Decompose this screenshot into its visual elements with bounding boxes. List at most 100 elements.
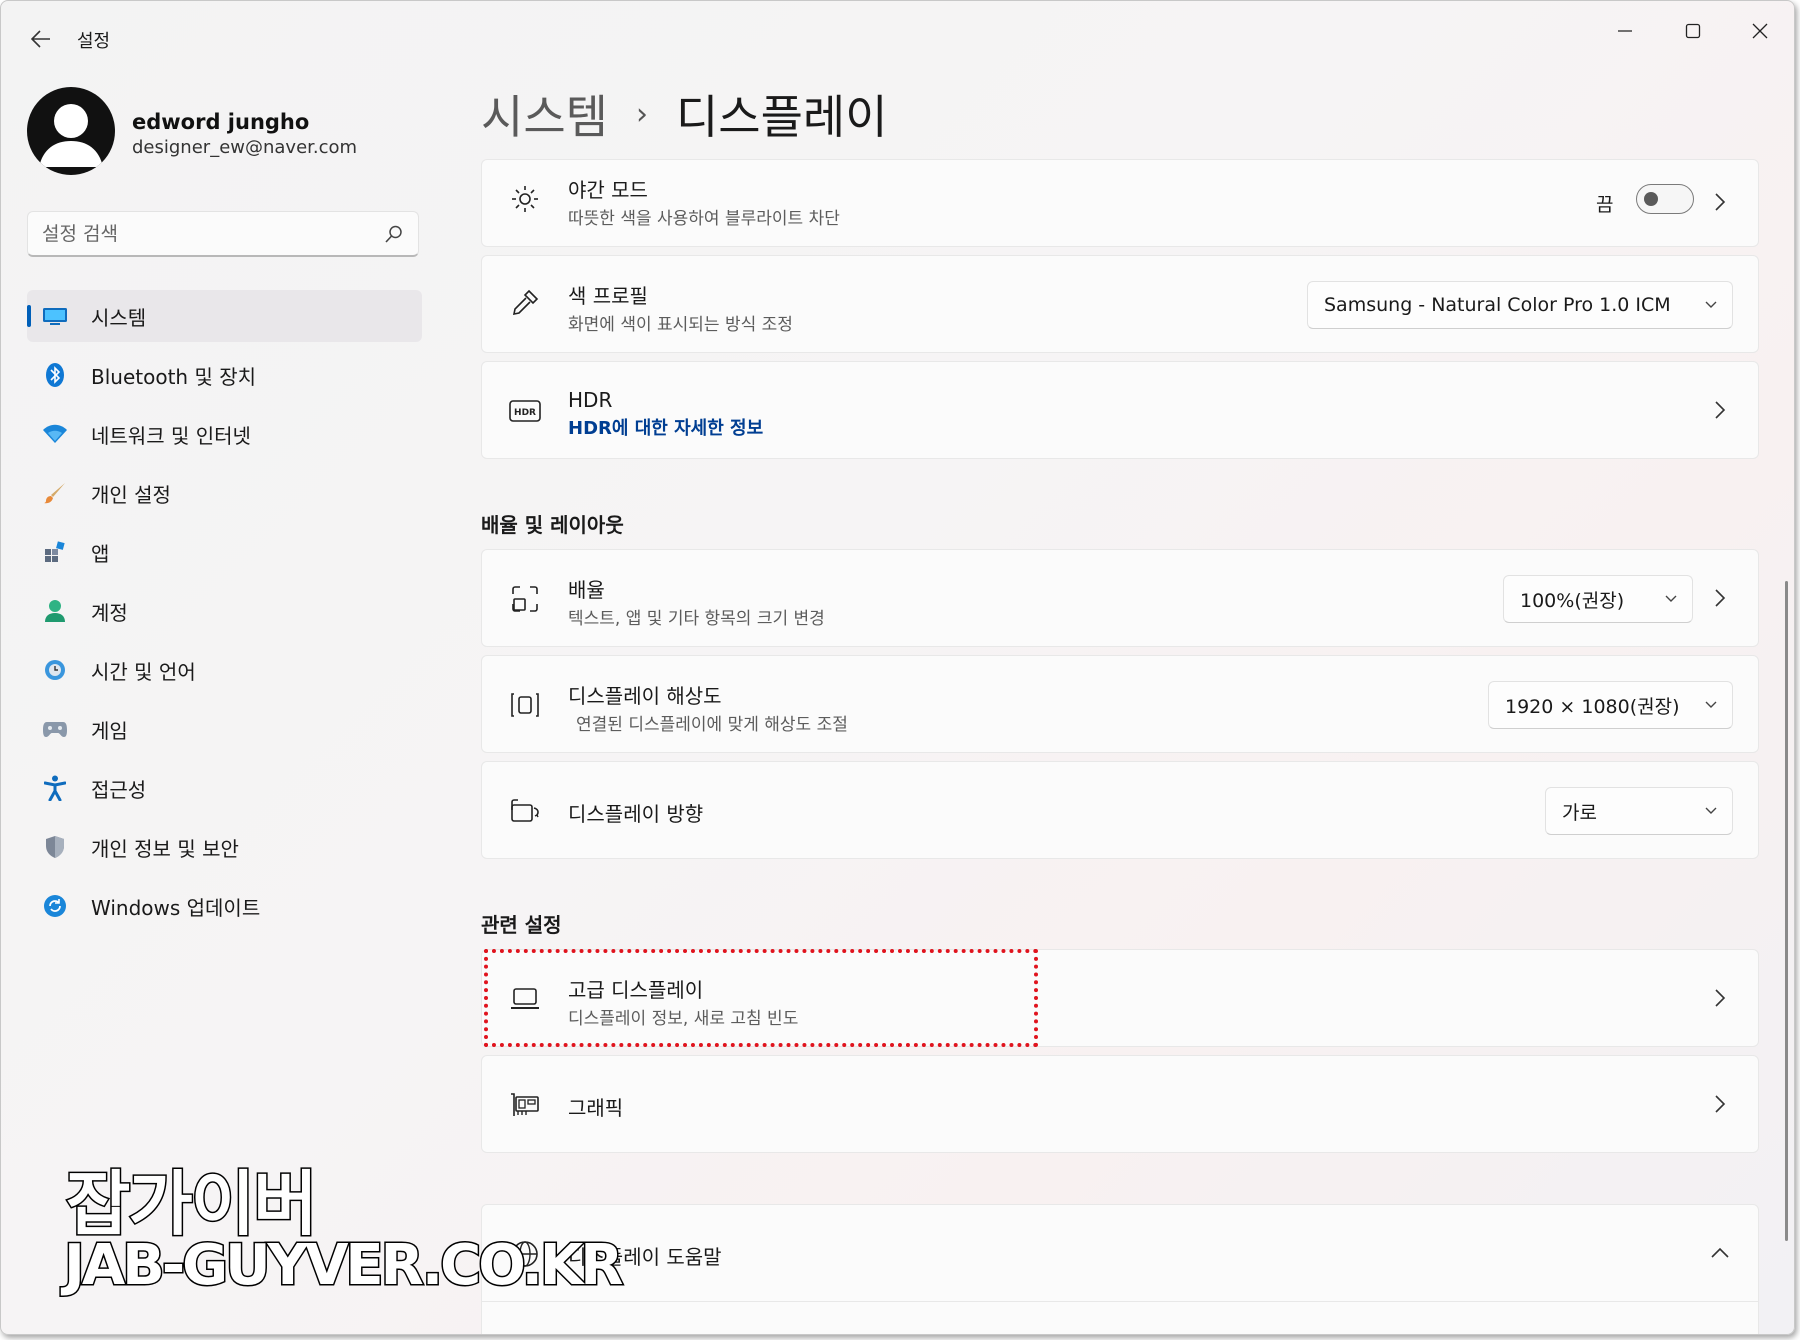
scale-card[interactable]: 배율 텍스트, 앱 및 기타 항목의 크기 변경 100%(권장) (481, 549, 1759, 647)
hdr-card[interactable]: HDR HDR HDR에 대한 자세한 정보 (481, 361, 1759, 459)
chevron-down-icon (1705, 807, 1717, 814)
profile-email: designer_ew@naver.com (132, 137, 358, 158)
sidebar-item-label: 개인 설정 (91, 482, 171, 507)
dropdown-value: Samsung - Natural Color Pro 1.0 ICM (1324, 294, 1671, 316)
sidebar-item-label: 게임 (91, 718, 128, 743)
scale-title: 배율 (568, 578, 605, 602)
scale-subtitle: 텍스트, 앱 및 기타 항목의 크기 변경 (568, 609, 825, 629)
resolution-title: 디스플레이 해상도 (568, 684, 722, 708)
svg-text:HDR: HDR (514, 408, 536, 418)
sidebar-item-accounts[interactable]: 계정 (27, 585, 422, 637)
chevron-right-icon (1710, 1094, 1730, 1114)
chevron-right-icon (1710, 400, 1730, 420)
sidebar-item-privacy[interactable]: 개인 정보 및 보안 (27, 821, 422, 873)
graphics-card[interactable]: 그래픽 (481, 1055, 1759, 1153)
night-mode-toggle-label: 끔 (1596, 194, 1614, 216)
breadcrumb-parent[interactable]: 시스템 (481, 81, 608, 147)
chevron-right-icon (1710, 192, 1730, 212)
sidebar-item-label: 시간 및 언어 (91, 659, 196, 684)
sidebar-item-personalization[interactable]: 개인 설정 (27, 467, 422, 519)
chevron-up-icon (1710, 1243, 1730, 1263)
night-mode-subtitle: 따뜻한 색을 사용하여 블루라이트 차단 (568, 209, 840, 229)
avatar[interactable] (27, 87, 115, 175)
back-button[interactable] (25, 23, 57, 55)
watermark-text-url: JAB-GUYVER.CO.KR (62, 1232, 624, 1300)
night-mode-title: 야간 모드 (568, 178, 648, 202)
search-box[interactable] (27, 211, 419, 257)
globe-clock-icon (41, 656, 69, 684)
minimize-button[interactable] (1593, 11, 1657, 51)
brush-icon (41, 479, 69, 507)
toggle-knob (1644, 192, 1658, 206)
sidebar-item-time-language[interactable]: 시간 및 언어 (27, 644, 422, 696)
resolution-icon (508, 688, 542, 722)
scale-dropdown[interactable]: 100%(권장) (1503, 575, 1693, 623)
apps-icon (41, 538, 69, 566)
sidebar-item-label: Bluetooth 및 장치 (91, 364, 257, 389)
chevron-down-icon (1705, 701, 1717, 708)
sidebar-item-accessibility[interactable]: 접근성 (27, 762, 422, 814)
close-button[interactable] (1728, 11, 1792, 51)
display-help-content (481, 1302, 1759, 1334)
display-help-card[interactable]: 디스플레이 도움말 (481, 1204, 1759, 1302)
dropdown-value: 100%(권장) (1520, 589, 1625, 612)
highlight-box (484, 949, 1038, 1047)
sidebar-nav: 시스템 Bluetooth 및 장치 네트워크 및 인터넷 개인 설정 앱 계정… (27, 290, 422, 939)
sidebar-item-label: 네트워크 및 인터넷 (91, 423, 251, 448)
sidebar-item-apps[interactable]: 앱 (27, 526, 422, 578)
hdr-title: HDR (568, 388, 613, 412)
sidebar-item-network[interactable]: 네트워크 및 인터넷 (27, 408, 422, 460)
resolution-subtitle: 연결된 디스플레이에 맞게 해상도 조절 (576, 715, 848, 735)
graphics-title: 그래픽 (568, 1096, 624, 1120)
accessibility-icon (41, 774, 69, 802)
sun-icon (508, 182, 542, 216)
rotate-screen-icon (508, 794, 542, 828)
profile-name: edword jungho (132, 110, 310, 134)
maximize-button[interactable] (1661, 11, 1725, 51)
sidebar-item-bluetooth[interactable]: Bluetooth 및 장치 (27, 349, 422, 401)
night-mode-card[interactable]: 야간 모드 따뜻한 색을 사용하여 블루라이트 차단 끔 (481, 159, 1759, 247)
settings-window: 설정 edword jungho designer_ew@naver.com 시 (0, 0, 1795, 1335)
bluetooth-icon (41, 361, 69, 389)
color-profile-dropdown[interactable]: Samsung - Natural Color Pro 1.0 ICM (1307, 281, 1733, 329)
shield-icon (41, 833, 69, 861)
wifi-icon (41, 420, 69, 448)
section-heading-scale-layout: 배율 및 레이아웃 (481, 513, 624, 537)
color-profile-subtitle: 화면에 색이 표시되는 방식 조정 (568, 315, 793, 335)
hdr-info-link[interactable]: HDR에 대한 자세한 정보 (568, 414, 763, 440)
color-profile-card: 색 프로필 화면에 색이 표시되는 방식 조정 Samsung - Natura… (481, 255, 1759, 353)
person-silhouette-icon (39, 104, 103, 167)
search-input[interactable] (42, 220, 372, 248)
color-profile-title: 색 프로필 (568, 284, 648, 308)
chevron-right-icon (1710, 988, 1730, 1008)
scale-icon (508, 582, 542, 616)
resolution-card: 디스플레이 해상도 연결된 디스플레이에 맞게 해상도 조절 1920 × 10… (481, 655, 1759, 753)
section-heading-related: 관련 설정 (481, 913, 562, 937)
breadcrumb-separator: › (635, 96, 648, 132)
chevron-right-icon (1710, 588, 1730, 608)
sidebar-item-windows-update[interactable]: Windows 업데이트 (27, 880, 422, 932)
dropdown-value: 1920 × 1080(권장) (1505, 695, 1680, 718)
night-mode-toggle[interactable] (1636, 184, 1694, 214)
maximize-icon (1685, 23, 1701, 39)
minimize-icon (1618, 30, 1632, 32)
close-icon (1752, 23, 1768, 39)
dropdown-value: 가로 (1562, 801, 1597, 824)
chevron-down-icon (1705, 301, 1717, 308)
page-title: 디스플레이 (675, 90, 888, 144)
active-indicator (27, 305, 31, 327)
update-icon (41, 892, 69, 920)
hdr-icon: HDR (508, 394, 542, 428)
chevron-down-icon (1665, 595, 1677, 602)
sidebar-item-label: Windows 업데이트 (91, 895, 261, 920)
sidebar-item-label: 개인 정보 및 보안 (91, 836, 239, 861)
app-title: 설정 (77, 31, 111, 52)
scrollbar[interactable] (1785, 581, 1788, 1241)
resolution-dropdown[interactable]: 1920 × 1080(권장) (1488, 681, 1733, 729)
sidebar-item-system[interactable]: 시스템 (27, 290, 422, 342)
orientation-dropdown[interactable]: 가로 (1545, 787, 1733, 835)
orientation-card: 디스플레이 방향 가로 (481, 761, 1759, 859)
sidebar-item-gaming[interactable]: 게임 (27, 703, 422, 755)
sidebar-item-label: 시스템 (91, 305, 147, 330)
back-arrow-icon (31, 30, 50, 48)
